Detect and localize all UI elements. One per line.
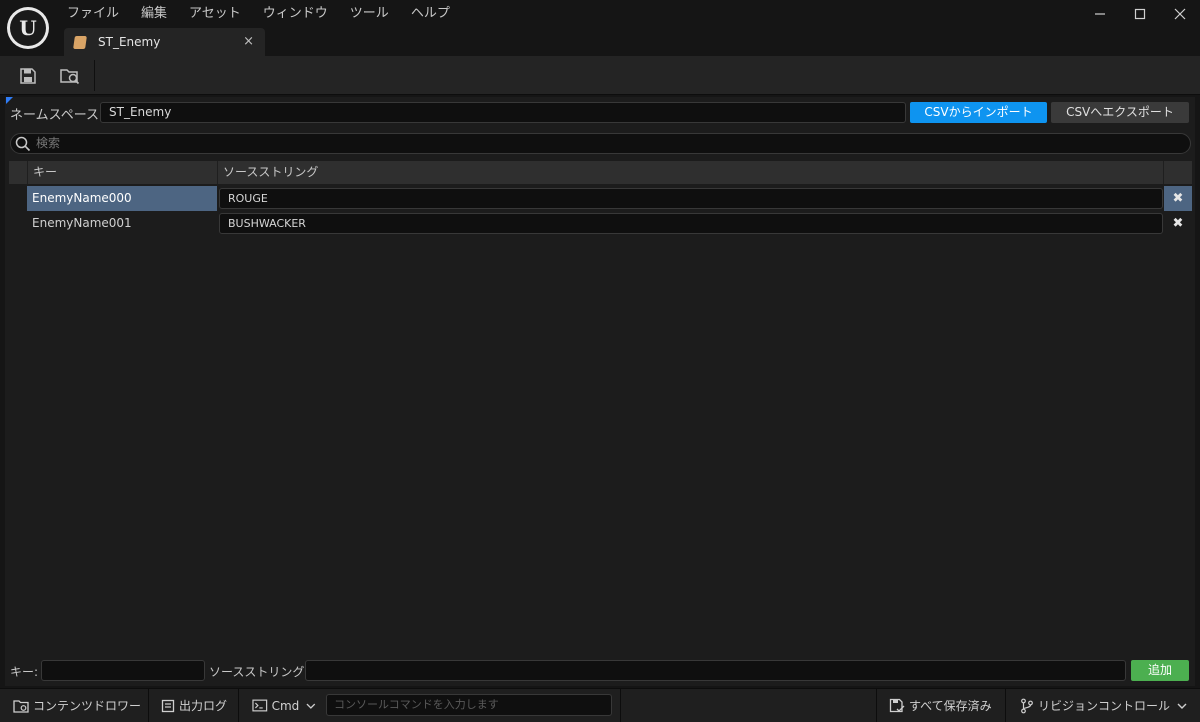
row-gutter bbox=[9, 186, 27, 211]
row-source-field[interactable]: ROUGE bbox=[219, 188, 1163, 209]
content-drawer-label: コンテンツドロワー bbox=[33, 699, 142, 713]
cmd-label: Cmd bbox=[271, 698, 300, 713]
row-gutter bbox=[9, 211, 27, 236]
asset-tab[interactable]: ST_Enemy × bbox=[64, 28, 265, 56]
new-source-string-field[interactable] bbox=[305, 660, 1126, 681]
menu-bar: ファイル 編集 アセット ウィンドウ ツール ヘルプ bbox=[56, 0, 461, 28]
export-csv-button[interactable]: CSVへエクスポート bbox=[1051, 102, 1189, 123]
new-key-label: キー: bbox=[10, 665, 39, 679]
minimize-button[interactable] bbox=[1080, 0, 1120, 28]
revision-control-button[interactable]: リビジョンコントロール bbox=[1006, 689, 1200, 722]
row-key[interactable]: EnemyName001 bbox=[27, 211, 217, 236]
close-window-button[interactable] bbox=[1160, 0, 1200, 28]
status-bar-divider bbox=[620, 689, 621, 722]
minimize-icon bbox=[1095, 13, 1105, 15]
logo-letter: U bbox=[10, 10, 46, 46]
import-csv-button[interactable]: CSVからインポート bbox=[910, 102, 1047, 123]
terminal-icon bbox=[252, 699, 268, 712]
search-bar[interactable] bbox=[10, 133, 1191, 154]
revision-control-label: リビジョンコントロール bbox=[1038, 699, 1171, 713]
column-header-source-string[interactable]: ソースストリング bbox=[217, 161, 1163, 184]
unreal-logo[interactable]: U bbox=[7, 7, 49, 49]
save-button[interactable] bbox=[9, 56, 47, 95]
table-header: キー ソースストリング bbox=[9, 161, 1192, 184]
header-gutter bbox=[9, 161, 27, 184]
delete-row-button[interactable]: ✖ bbox=[1164, 186, 1192, 211]
status-bar: コンテンツドロワー 出力ログ Cmd コンソールコマンドを入力します すべて保存… bbox=[0, 688, 1200, 722]
browse-to-asset-icon bbox=[60, 68, 80, 84]
title-bar: U ファイル 編集 アセット ウィンドウ ツール ヘルプ ST_Enemy × bbox=[0, 0, 1200, 56]
new-source-string-label: ソースストリング: bbox=[209, 665, 309, 679]
panel-corner-marker bbox=[6, 97, 13, 104]
content-drawer-button[interactable]: コンテンツドロワー bbox=[0, 689, 149, 722]
table-row[interactable]: EnemyName000 ROUGE ✖ bbox=[9, 186, 1192, 211]
chevron-down-icon bbox=[306, 703, 316, 709]
save-all-icon bbox=[889, 698, 905, 713]
namespace-field[interactable]: ST_Enemy bbox=[100, 102, 906, 123]
menu-file[interactable]: ファイル bbox=[56, 0, 130, 28]
toolbar bbox=[0, 56, 1200, 95]
row-key[interactable]: EnemyName000 bbox=[27, 186, 217, 211]
browse-to-asset-button[interactable] bbox=[51, 56, 89, 95]
chevron-down-icon bbox=[1177, 703, 1187, 709]
string-table-editor: ネームスペース: ST_Enemy CSVからインポート CSVへエクスポート … bbox=[5, 97, 1195, 686]
menu-tools[interactable]: ツール bbox=[339, 0, 400, 28]
row-source-field[interactable]: BUSHWACKER bbox=[219, 213, 1163, 234]
string-table-icon bbox=[73, 35, 87, 49]
maximize-icon bbox=[1134, 8, 1146, 20]
save-all-label: すべて保存済み bbox=[909, 699, 992, 713]
add-entry-button[interactable]: 追加 bbox=[1131, 660, 1189, 681]
output-log-icon bbox=[161, 699, 175, 712]
header-delete-column bbox=[1163, 161, 1192, 184]
column-header-key[interactable]: キー bbox=[27, 161, 217, 184]
menu-asset[interactable]: アセット bbox=[178, 0, 252, 28]
console-command-input[interactable]: コンソールコマンドを入力します bbox=[326, 694, 612, 716]
tab-label: ST_Enemy bbox=[98, 35, 161, 49]
save-icon bbox=[20, 67, 36, 84]
delete-row-button[interactable]: ✖ bbox=[1164, 211, 1192, 236]
search-icon bbox=[15, 136, 31, 152]
save-all-button[interactable]: すべて保存済み bbox=[876, 689, 1006, 722]
close-icon bbox=[1174, 8, 1186, 20]
menu-help[interactable]: ヘルプ bbox=[400, 0, 461, 28]
content-drawer-icon bbox=[13, 699, 29, 713]
table-row[interactable]: EnemyName001 BUSHWACKER ✖ bbox=[9, 211, 1192, 236]
tab-close-button[interactable]: × bbox=[243, 34, 254, 49]
output-log-button[interactable]: 出力ログ bbox=[149, 689, 239, 722]
window-controls bbox=[1080, 0, 1200, 28]
toolbar-separator bbox=[94, 60, 95, 91]
maximize-button[interactable] bbox=[1120, 0, 1160, 28]
new-key-field[interactable] bbox=[41, 660, 205, 681]
namespace-label: ネームスペース: bbox=[10, 108, 104, 123]
branch-icon bbox=[1021, 698, 1033, 713]
menu-edit[interactable]: 編集 bbox=[130, 0, 178, 28]
menu-window[interactable]: ウィンドウ bbox=[252, 0, 339, 28]
output-log-label: 出力ログ bbox=[179, 699, 228, 713]
search-input[interactable] bbox=[36, 134, 1176, 153]
cmd-dropdown[interactable]: Cmd bbox=[239, 689, 321, 722]
